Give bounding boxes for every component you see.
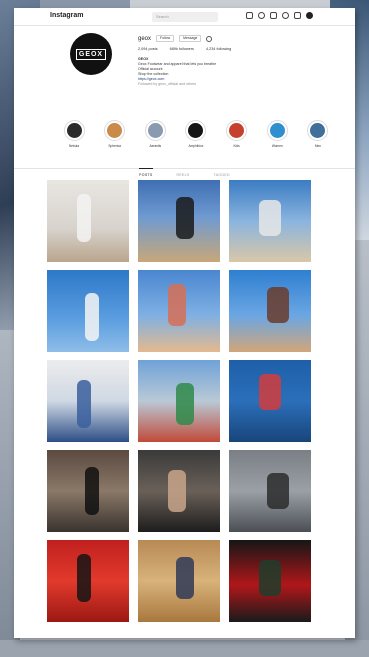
post-subject (85, 293, 99, 341)
post-subject (176, 557, 194, 599)
post-thumbnail[interactable] (47, 450, 129, 532)
post-subject (267, 473, 289, 509)
profile-username: geox (138, 35, 152, 42)
post-thumbnail[interactable] (47, 180, 129, 262)
post-subject (77, 380, 91, 428)
highlight-cover (66, 123, 82, 138)
highlight-item[interactable]: Nebula (62, 120, 86, 148)
highlight-item[interactable]: Spherica (103, 120, 127, 148)
gear-icon[interactable] (206, 35, 213, 42)
highlight-label: Women (271, 144, 283, 148)
post-subject (77, 554, 91, 602)
story-highlights: Nebula Spherica Aerantis Amphibiox Kids … (62, 120, 330, 148)
highlight-cover (147, 123, 163, 138)
highlight-item[interactable]: Kids (225, 120, 249, 148)
post-thumbnail[interactable] (229, 540, 311, 622)
post-subject (259, 560, 281, 596)
highlight-item[interactable]: Amphibiox (184, 120, 208, 148)
follow-button[interactable]: Follow (156, 35, 175, 42)
profile-avatar[interactable]: GEOX (70, 33, 112, 75)
post-subject (168, 284, 186, 326)
highlight-cover (269, 123, 285, 138)
profile-bio: GEOX Geox Footwear and apparel that lets… (138, 57, 343, 87)
search-input[interactable]: Search (152, 12, 218, 22)
highlight-label: Kids (233, 144, 240, 148)
app-logo[interactable]: Instagram (50, 12, 83, 19)
highlight-item[interactable]: Aerantis (143, 120, 167, 148)
top-navigation-bar: Instagram Search (14, 8, 355, 26)
post-subject (267, 287, 289, 323)
tab-reels[interactable]: REELS (177, 169, 190, 180)
highlight-cover (229, 123, 245, 138)
profile-tabs: POSTS REELS TAGGED (14, 168, 355, 180)
messenger-icon[interactable] (258, 12, 265, 19)
post-subject (176, 383, 194, 425)
followed-by-text[interactable]: Followed by geox_official and others (138, 82, 343, 87)
post-thumbnail[interactable] (138, 270, 220, 352)
followers-count[interactable]: 689k followers (170, 47, 194, 51)
post-thumbnail[interactable] (138, 180, 220, 262)
posts-count: 2,094 posts (138, 47, 158, 51)
profile-info: geox Follow Message 2,094 posts 689k fol… (138, 34, 343, 87)
post-subject (85, 467, 99, 515)
nav-icons (246, 12, 313, 19)
explore-icon[interactable] (282, 12, 289, 19)
instagram-profile-window: Instagram Search GEOX geox Follow Messag… (14, 8, 355, 638)
post-thumbnail[interactable] (229, 360, 311, 442)
highlight-cover (188, 123, 204, 138)
following-count[interactable]: 4,234 following (206, 47, 231, 51)
highlight-label: Men (314, 144, 322, 148)
background-photo (0, 640, 369, 657)
tab-tagged[interactable]: TAGGED (214, 169, 230, 180)
post-thumbnail[interactable] (47, 270, 129, 352)
post-subject (259, 200, 281, 236)
profile-counts: 2,094 posts 689k followers 4,234 followi… (138, 47, 343, 51)
highlight-label: Nebula (68, 144, 80, 148)
post-subject (259, 374, 281, 410)
post-thumbnail[interactable] (47, 540, 129, 622)
highlight-cover (107, 123, 123, 138)
post-subject (77, 194, 91, 242)
highlight-label: Amphibiox (188, 144, 204, 148)
highlight-label: Spherica (108, 144, 121, 148)
post-thumbnail[interactable] (229, 270, 311, 352)
posts-grid (47, 180, 313, 622)
post-thumbnail[interactable] (229, 180, 311, 262)
highlight-item[interactable]: Men (306, 120, 330, 148)
profile-avatar-icon[interactable] (306, 12, 313, 19)
geox-logo: GEOX (75, 48, 107, 60)
highlight-item[interactable]: Women (265, 120, 289, 148)
new-post-icon[interactable] (270, 12, 277, 19)
post-thumbnail[interactable] (47, 360, 129, 442)
post-thumbnail[interactable] (138, 360, 220, 442)
message-button[interactable]: Message (179, 35, 202, 42)
highlight-label: Aerantis (149, 144, 162, 148)
post-subject (176, 197, 194, 239)
post-thumbnail[interactable] (138, 540, 220, 622)
post-subject (168, 470, 186, 512)
post-thumbnail[interactable] (229, 450, 311, 532)
home-icon[interactable] (246, 12, 253, 19)
highlight-cover (310, 123, 326, 138)
post-thumbnail[interactable] (138, 450, 220, 532)
heart-icon[interactable] (294, 12, 301, 19)
tab-posts[interactable]: POSTS (139, 168, 153, 180)
